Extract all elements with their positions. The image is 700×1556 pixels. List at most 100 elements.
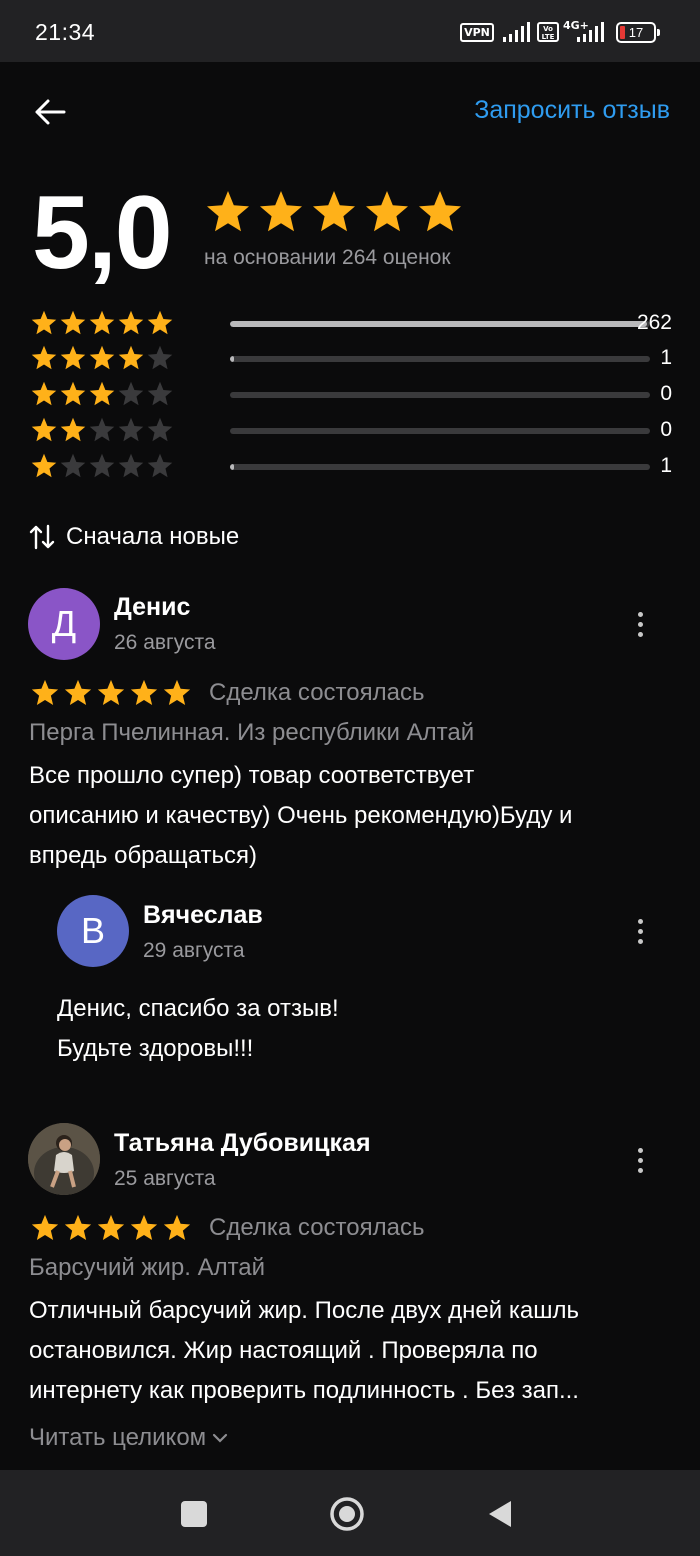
review-product[interactable]: Перга Пчелинная. Из республики Алтай: [29, 719, 474, 747]
battery-nub: [657, 29, 660, 36]
arrow-left-icon: [35, 99, 66, 125]
deal-status: Сделка состоялась: [209, 1214, 425, 1241]
request-review-link[interactable]: Запросить отзыв: [474, 96, 670, 125]
system-back-button[interactable]: [476, 1490, 524, 1538]
star-filled-icon: [118, 310, 144, 335]
star-filled-icon: [60, 345, 86, 370]
recents-button[interactable]: [170, 1490, 218, 1538]
ratings-count-text: на основании 264 оценок: [204, 246, 451, 269]
star-filled-icon: [31, 679, 59, 705]
reply-text: Денис, спасибо за отзыв! Будьте здоровы!…: [57, 989, 339, 1069]
star-filled-icon: [366, 191, 408, 232]
rating-row-3: 0: [30, 380, 672, 410]
review-text-line: остановился. Жир настоящий . Проверяла п…: [29, 1337, 538, 1364]
read-more-button[interactable]: Читать целиком: [29, 1424, 228, 1452]
rating-row-stars: [30, 309, 174, 337]
star-empty-icon: [118, 417, 144, 442]
review-text-line: интернету как проверить подлинность . Бе…: [29, 1377, 579, 1404]
rating-count: 0: [660, 382, 672, 405]
star-filled-icon: [89, 310, 115, 335]
more-options-button[interactable]: [625, 1140, 655, 1180]
review-author[interactable]: Татьяна Дубовицкая: [114, 1129, 371, 1158]
star-filled-icon: [64, 1214, 92, 1240]
star-filled-icon: [60, 417, 86, 442]
reply-date: 29 августа: [143, 939, 245, 962]
rating-row-stars: [30, 452, 174, 480]
triangle-back-icon: [489, 1501, 511, 1527]
back-button[interactable]: [28, 90, 72, 134]
star-filled-icon: [313, 191, 355, 232]
dot-icon: [637, 621, 643, 627]
sort-label: Сначала новые: [66, 523, 240, 550]
star-filled-icon: [89, 381, 115, 406]
reply-more-options-button[interactable]: [625, 911, 655, 951]
star-filled-icon: [163, 1214, 191, 1240]
star-filled-icon: [419, 191, 461, 232]
star-filled-icon: [31, 453, 57, 478]
reply-avatar[interactable]: В: [57, 895, 129, 967]
star-empty-icon: [147, 417, 173, 442]
rating-count: 262: [636, 311, 672, 334]
star-filled-icon: [207, 191, 249, 232]
star-filled-icon: [60, 381, 86, 406]
dot-icon: [637, 938, 643, 944]
star-filled-icon: [64, 679, 92, 705]
star-empty-icon: [147, 453, 173, 478]
star-empty-icon: [147, 381, 173, 406]
user-photo-avatar[interactable]: [28, 1123, 100, 1195]
reply-author[interactable]: Вячеслав: [143, 901, 263, 930]
star-filled-icon: [130, 679, 158, 705]
star-filled-icon: [31, 345, 57, 370]
volte-label: Vo LTE: [541, 25, 555, 41]
reply-text-line: Денис, спасибо за отзыв!: [57, 995, 339, 1022]
review-author[interactable]: Денис: [114, 593, 190, 622]
star-filled-icon: [89, 345, 115, 370]
rating-row-4: 1: [30, 344, 672, 374]
star-filled-icon: [130, 1214, 158, 1240]
star-filled-icon: [97, 1214, 125, 1240]
star-empty-icon: [147, 345, 173, 370]
rating-bar: [230, 321, 650, 327]
review-text-line: Все прошло супер) товар соответствует: [29, 762, 475, 789]
dot-icon: [637, 631, 643, 637]
read-more-label: Читать целиком: [29, 1424, 207, 1451]
home-button[interactable]: [323, 1490, 371, 1538]
star-empty-icon: [89, 417, 115, 442]
review-text: Отличный барсучий жир. После двух дней к…: [29, 1291, 579, 1411]
dot-icon: [637, 1157, 643, 1163]
avatar[interactable]: Д: [28, 588, 100, 660]
rating-row-stars: [30, 416, 174, 444]
rating-bar: [230, 428, 650, 434]
star-filled-icon: [31, 1214, 59, 1240]
battery-icon: 17: [616, 22, 660, 43]
review-stars: [30, 1213, 192, 1243]
square-recents-icon: [181, 1501, 207, 1527]
sort-button[interactable]: Сначала новые: [28, 520, 239, 554]
review-text-line: описанию и качеству) Очень рекомендую)Бу…: [29, 802, 573, 829]
review-product[interactable]: Барсучий жир. Алтай: [29, 1254, 265, 1282]
rating-count: 0: [660, 418, 672, 441]
dot-icon: [637, 1167, 643, 1173]
more-options-button[interactable]: [625, 604, 655, 644]
signal-strength-icon-2: [577, 22, 604, 42]
volte-icon: Vo LTE: [537, 22, 559, 42]
reply-text-line: Будьте здоровы!!!: [57, 1035, 254, 1062]
average-stars: [204, 188, 464, 236]
rating-row-stars: [30, 344, 174, 372]
dot-icon: [637, 928, 643, 934]
star-filled-icon: [60, 310, 86, 335]
sort-arrows-icon: [29, 524, 55, 550]
star-empty-icon: [118, 381, 144, 406]
chevron-down-icon: [213, 1433, 228, 1443]
avatar-initial: В: [80, 910, 105, 951]
dot-icon: [637, 918, 643, 924]
system-nav-bar: [0, 1470, 700, 1556]
rating-row-stars: [30, 380, 174, 408]
rating-bar-fill: [230, 356, 235, 362]
rating-row-2: 0: [30, 416, 672, 446]
review-text: Все прошло супер) товар соответствует оп…: [29, 756, 572, 876]
battery-percent: 17: [628, 25, 644, 40]
user-photo-icon: [28, 1123, 100, 1195]
vpn-icon: VPN: [460, 23, 494, 42]
review-text-line: Отличный барсучий жир. После двух дней к…: [29, 1297, 579, 1324]
